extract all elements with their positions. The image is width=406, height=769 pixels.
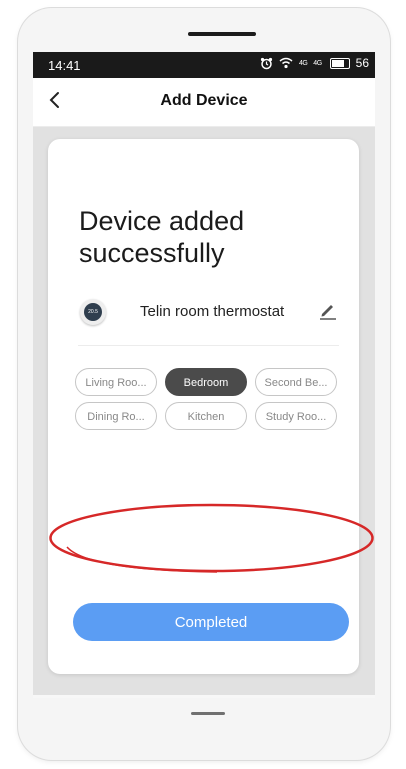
nav-bar: Add Device <box>33 78 375 127</box>
red-highlight-circle <box>49 503 374 573</box>
room-chip-dining-room[interactable]: Dining Ro... <box>75 402 157 430</box>
app-screen: 14:41 4G 4G 56 Add Device Device added s… <box>33 52 375 698</box>
signal-4g-indicator-2: 4G <box>313 59 322 67</box>
wifi-icon <box>279 57 293 69</box>
device-added-card: Device added successfully 20.5 Telin roo… <box>48 139 359 674</box>
bottom-navigation-area <box>33 695 375 698</box>
thermostat-display: 20.5 <box>84 303 102 321</box>
alarm-icon <box>260 57 273 69</box>
success-headline: Device added successfully <box>79 206 245 268</box>
battery-icon <box>329 57 350 69</box>
room-chip-living-room[interactable]: Living Roo... <box>75 368 157 396</box>
phone-speaker <box>188 32 256 36</box>
device-row: 20.5 Telin room thermostat <box>78 293 339 346</box>
battery-level: 56 <box>355 56 369 70</box>
status-icons: 4G 4G 56 <box>260 56 369 70</box>
home-indicator[interactable] <box>191 712 225 715</box>
room-chip-kitchen[interactable]: Kitchen <box>165 402 247 430</box>
room-chip-second-bedroom[interactable]: Second Be... <box>255 368 337 396</box>
status-bar: 14:41 4G 4G 56 <box>33 52 375 78</box>
pencil-icon[interactable] <box>317 299 339 321</box>
device-name: Telin room thermostat <box>140 303 285 320</box>
status-time: 14:41 <box>48 58 81 73</box>
room-chip-bedroom[interactable]: Bedroom <box>165 368 247 396</box>
page-title: Add Device <box>160 92 248 109</box>
signal-4g-indicator: 4G <box>298 59 308 67</box>
thermostat-icon: 20.5 <box>80 299 106 325</box>
completed-button[interactable]: Completed <box>73 603 349 641</box>
room-chip-study-room[interactable]: Study Roo... <box>255 402 337 430</box>
